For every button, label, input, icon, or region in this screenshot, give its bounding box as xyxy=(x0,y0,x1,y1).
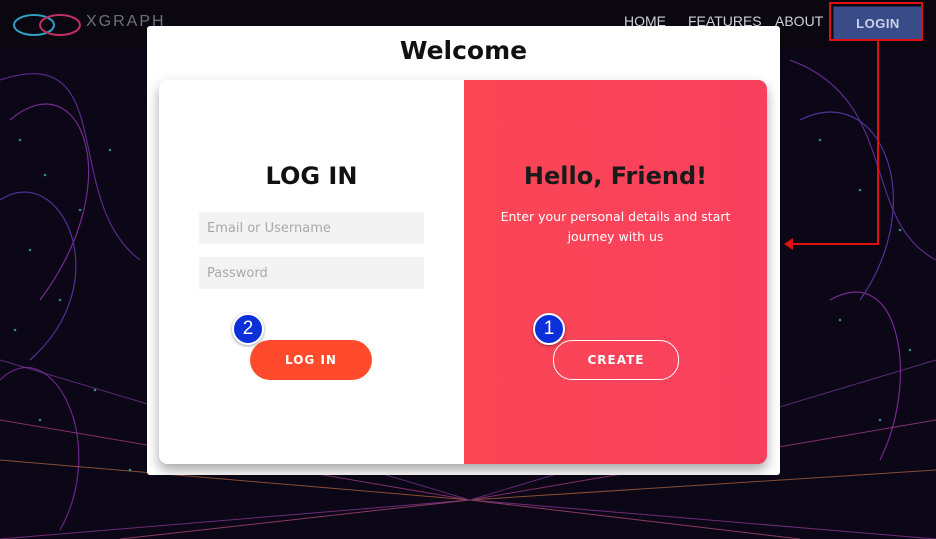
annotation-highlight-box xyxy=(829,2,923,41)
signup-description: Enter your personal details and start jo… xyxy=(500,209,731,244)
annotation-arrow-vertical xyxy=(877,41,879,245)
annotation-arrow-horizontal xyxy=(792,243,879,245)
nav-link-about[interactable]: ABOUT xyxy=(775,13,823,29)
auth-card: LOG IN LOG IN Hello, Friend! Enter your … xyxy=(159,80,767,464)
login-submit-button[interactable]: LOG IN xyxy=(250,340,372,380)
login-panel: LOG IN LOG IN xyxy=(159,80,464,464)
password-input[interactable] xyxy=(199,257,424,289)
modal-title: Welcome xyxy=(399,36,528,65)
logo-icon xyxy=(13,14,81,36)
welcome-modal: Welcome LOG IN LOG IN Hello, Friend! Ent… xyxy=(147,26,780,475)
login-heading: LOG IN xyxy=(265,162,358,190)
step-badge-1: 1 xyxy=(533,313,565,345)
step-badge-2: 2 xyxy=(232,313,264,345)
signup-heading: Hello, Friend! xyxy=(523,162,708,190)
create-account-button[interactable]: CREATE xyxy=(553,340,679,380)
annotation-arrow-head-icon xyxy=(784,238,793,250)
email-input[interactable] xyxy=(199,212,424,244)
signup-panel: Hello, Friend! Enter your personal detai… xyxy=(464,80,767,464)
